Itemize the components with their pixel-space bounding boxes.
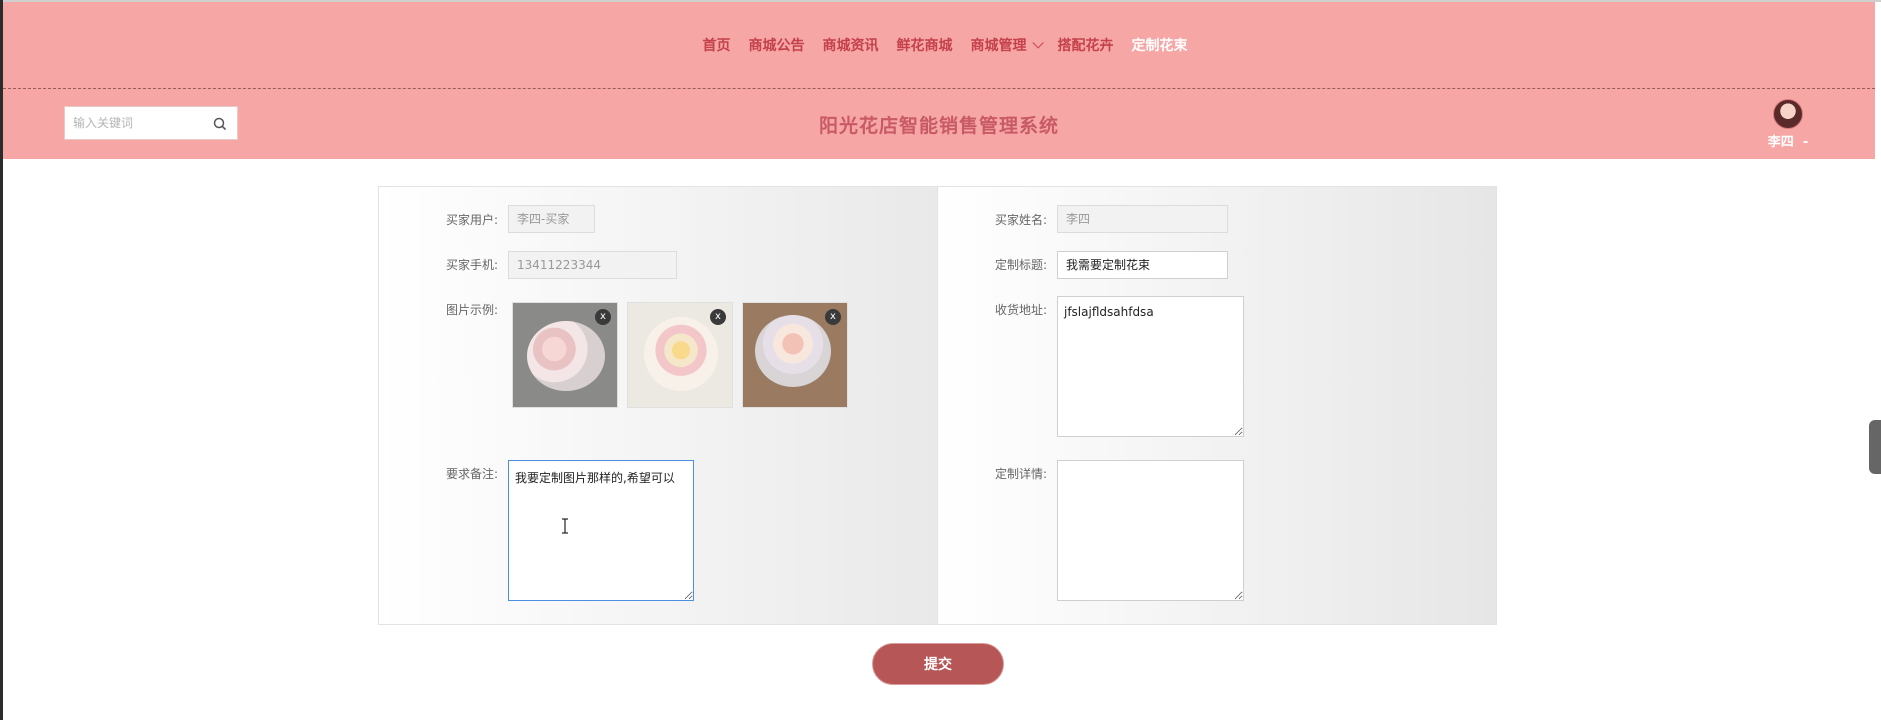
nav-item-home[interactable]: 首页 [703, 35, 731, 55]
remarks-textarea[interactable]: 我要定制图片那样的,希望可以 [508, 460, 694, 601]
user-menu[interactable]: 李四 - [1758, 99, 1818, 150]
nav-item-shop-management-label: 商城管理 [970, 38, 1027, 54]
remarks-label: 要求备注: [446, 467, 499, 481]
custom-bouquet-form: 买家用户: 李四-买家 买家手机: 13411223344 图片示例: x x … [378, 186, 1497, 625]
example-image-2: x [627, 302, 733, 408]
bouquet-shape [527, 321, 605, 391]
custom-title-input[interactable]: 我需要定制花束 [1057, 251, 1228, 279]
example-image-3: x [742, 302, 848, 408]
avatar [1773, 99, 1803, 129]
buyer-phone-field: 13411223344 [508, 251, 677, 279]
site-header: 阳光花店智能销售管理系统 李四 - [3, 89, 1875, 159]
remove-image-2-button[interactable]: x [710, 309, 726, 325]
address-label: 收货地址: [995, 303, 1048, 317]
details-textarea[interactable] [1057, 460, 1244, 601]
bouquet-shape [644, 317, 718, 391]
buyer-user-label: 买家用户: [446, 213, 499, 227]
buyer-user-field: 李四-买家 [508, 205, 595, 233]
nav-item-announcements[interactable]: 商城公告 [749, 35, 805, 55]
buyer-name-label: 买家姓名: [995, 213, 1048, 227]
nav-item-custom-bouquet[interactable]: 定制花束 [1132, 35, 1188, 55]
custom-title-label: 定制标题: [995, 258, 1048, 272]
user-name-row: 李四 - [1758, 131, 1818, 150]
caret-down-icon: - [1798, 135, 1809, 150]
site-title: 阳光花店智能销售管理系统 [818, 115, 1059, 137]
top-nav: 首页 商城公告 商城资讯 鲜花商城 商城管理 搭配花卉 定制花束 [3, 2, 1875, 89]
example-image-1: x [512, 302, 618, 408]
submit-button[interactable]: 提交 [872, 643, 1004, 685]
column-divider [937, 187, 938, 624]
buyer-name-field: 李四 [1057, 205, 1228, 233]
nav-item-news[interactable]: 商城资讯 [823, 35, 879, 55]
nav-item-flower-matching[interactable]: 搭配花卉 [1058, 35, 1114, 55]
images-label: 图片示例: [446, 303, 499, 317]
user-name: 李四 [1767, 135, 1794, 150]
remove-image-3-button[interactable]: x [825, 309, 841, 325]
buyer-phone-label: 买家手机: [446, 258, 499, 272]
nav-list: 首页 商城公告 商城资讯 鲜花商城 商城管理 搭配花卉 定制花束 [703, 35, 1188, 55]
remove-image-1-button[interactable]: x [595, 309, 611, 325]
bouquet-shape [755, 315, 831, 387]
address-textarea[interactable]: jfslajfldsahfdsa [1057, 296, 1244, 437]
side-drawer-handle[interactable] [1869, 420, 1881, 474]
nav-item-flower-shop[interactable]: 鲜花商城 [897, 35, 953, 55]
details-label: 定制详情: [995, 467, 1048, 481]
text-cursor-icon [562, 518, 568, 534]
chevron-down-icon [1031, 37, 1044, 49]
nav-item-shop-management[interactable]: 商城管理 [970, 35, 1044, 55]
